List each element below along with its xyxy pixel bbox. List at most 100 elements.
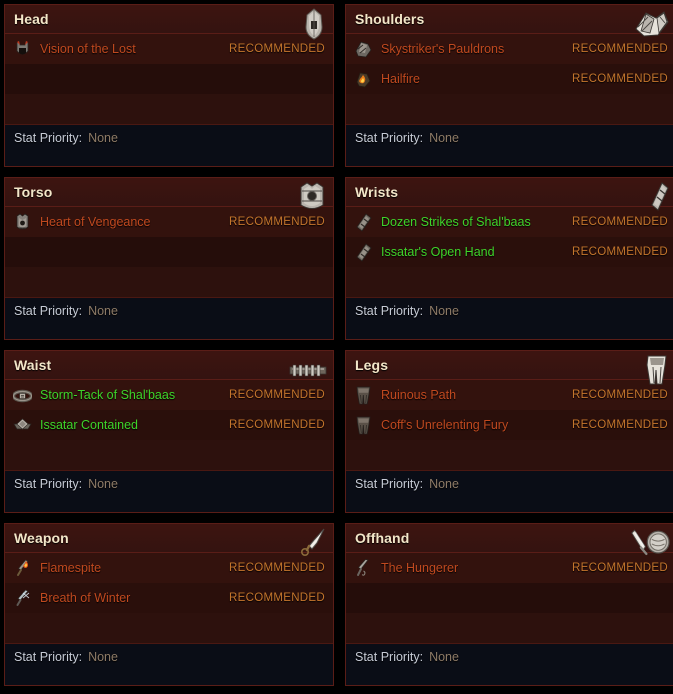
item-name[interactable]: Coff's Unrelenting Fury [381,418,562,432]
stat-priority-label: Stat Priority: [14,650,83,664]
item-name[interactable]: Heart of Vengeance [40,215,219,229]
item-name[interactable]: Issatar's Open Hand [381,245,562,259]
item-name[interactable]: Issatar Contained [40,418,219,432]
frost-weapon-icon [12,588,33,609]
pauldron-item-icon [353,39,374,60]
buckle-item-icon [12,415,33,436]
recommended-badge: RECOMMENDED [572,216,668,228]
item-list: Heart of Vengeance RECOMMENDED [5,207,333,297]
recommended-badge: RECOMMENDED [572,246,668,258]
slot-panel-header: Waist [5,351,333,380]
slot-panel-weapon: Weapon Flamespite RECOMMENDED Breath of W… [4,523,334,686]
item-name[interactable]: Dozen Strikes of Shal'baas [381,215,562,229]
stat-priority-value[interactable]: None [88,131,118,145]
item-row-empty [346,583,673,613]
item-row[interactable]: Heart of Vengeance RECOMMENDED [5,207,333,237]
slot-title: Legs [355,357,389,373]
item-row-empty [5,94,333,124]
item-row[interactable]: Issatar's Open Hand RECOMMENDED [346,237,673,267]
slot-panel-header: Wrists [346,178,673,211]
slot-panel-header: Shoulders [346,5,673,37]
recommended-badge: RECOMMENDED [572,562,668,574]
item-row-empty [346,267,673,297]
item-row[interactable]: Dozen Strikes of Shal'baas RECOMMENDED [346,207,673,237]
item-name[interactable]: Vision of the Lost [40,42,219,56]
slot-panel-header: Weapon [5,524,333,556]
slot-title: Torso [14,184,53,200]
item-row[interactable]: Issatar Contained RECOMMENDED [5,410,333,440]
hailfire-item-icon [353,69,374,90]
stat-priority-label: Stat Priority: [355,304,424,318]
slot-panel-header: Head [5,5,333,40]
slot-title: Offhand [355,530,410,546]
recommended-badge: RECOMMENDED [572,419,668,431]
stat-priority-value[interactable]: None [429,304,459,318]
stat-priority-value[interactable]: None [88,650,118,664]
slot-panel-header: Legs [346,351,673,385]
recommended-badge: RECOMMENDED [229,592,325,604]
slot-panel-shoulders: Shoulders Skystriker's Pauldrons RECOMMEN… [345,4,673,167]
item-row[interactable]: Ruinous Path RECOMMENDED [346,380,673,410]
slot-panel-header: Offhand [346,524,673,556]
item-row[interactable]: The Hungerer RECOMMENDED [346,553,673,583]
stat-priority-section: Stat Priority: None [5,297,333,339]
pants-item-icon [353,415,374,436]
recommended-badge: RECOMMENDED [229,562,325,574]
equipment-slot-grid: Head Vision of the Lost RECOMMENDED Stat P… [0,0,673,690]
item-list: Ruinous Path RECOMMENDED Coff's Unrelenti… [346,380,673,470]
item-row[interactable]: Skystriker's Pauldrons RECOMMENDED [346,34,673,64]
flame-weapon-icon [12,558,33,579]
stat-priority-value[interactable]: None [429,477,459,491]
pants-item-icon [353,385,374,406]
stat-priority-section: Stat Priority: None [5,643,333,685]
recommended-badge: RECOMMENDED [572,43,668,55]
item-name[interactable]: Flamespite [40,561,219,575]
recommended-badge: RECOMMENDED [229,43,325,55]
slot-title: Head [14,11,49,27]
stat-priority-label: Stat Priority: [14,131,83,145]
chest-item-icon [12,212,33,233]
stat-priority-section: Stat Priority: None [346,470,673,512]
offhand-item-icon [353,558,374,579]
stat-priority-value[interactable]: None [429,650,459,664]
stat-priority-section: Stat Priority: None [5,470,333,512]
item-row-empty [5,613,333,643]
item-row[interactable]: Storm-Tack of Shal'baas RECOMMENDED [5,380,333,410]
item-row-empty [5,237,333,267]
slot-title: Waist [14,357,52,373]
item-list: Skystriker's Pauldrons RECOMMENDED Hailfi… [346,34,673,124]
item-list: Storm-Tack of Shal'baas RECOMMENDED Issat… [5,380,333,470]
slot-panel-wrists: Wrists Dozen Strikes of Shal'baas RECOMME… [345,177,673,340]
item-list: Vision of the Lost RECOMMENDED [5,34,333,124]
slot-panel-header: Torso [5,178,333,209]
item-row[interactable]: Flamespite RECOMMENDED [5,553,333,583]
bracer-item-icon [353,242,374,263]
stat-priority-section: Stat Priority: None [346,124,673,166]
stat-priority-value[interactable]: None [88,477,118,491]
item-name[interactable]: Hailfire [381,72,562,86]
slot-panel-head: Head Vision of the Lost RECOMMENDED Stat P… [4,4,334,167]
item-name[interactable]: Ruinous Path [381,388,562,402]
item-name[interactable]: Breath of Winter [40,591,219,605]
item-name[interactable]: The Hungerer [381,561,562,575]
item-row[interactable]: Coff's Unrelenting Fury RECOMMENDED [346,410,673,440]
recommended-badge: RECOMMENDED [229,389,325,401]
stat-priority-label: Stat Priority: [355,650,424,664]
stat-priority-section: Stat Priority: None [346,297,673,339]
item-name[interactable]: Skystriker's Pauldrons [381,42,562,56]
stat-priority-value[interactable]: None [429,131,459,145]
item-row-empty [5,267,333,297]
item-row-empty [346,613,673,643]
item-list: Dozen Strikes of Shal'baas RECOMMENDED Is… [346,207,673,297]
item-name[interactable]: Storm-Tack of Shal'baas [40,388,219,402]
item-row[interactable]: Breath of Winter RECOMMENDED [5,583,333,613]
item-row[interactable]: Hailfire RECOMMENDED [346,64,673,94]
slot-title: Weapon [14,530,69,546]
item-row[interactable]: Vision of the Lost RECOMMENDED [5,34,333,64]
item-row-empty [346,94,673,124]
stat-priority-label: Stat Priority: [355,477,424,491]
stat-priority-value[interactable]: None [88,304,118,318]
recommended-badge: RECOMMENDED [572,389,668,401]
stat-priority-section: Stat Priority: None [5,124,333,166]
bracer-item-icon [353,212,374,233]
